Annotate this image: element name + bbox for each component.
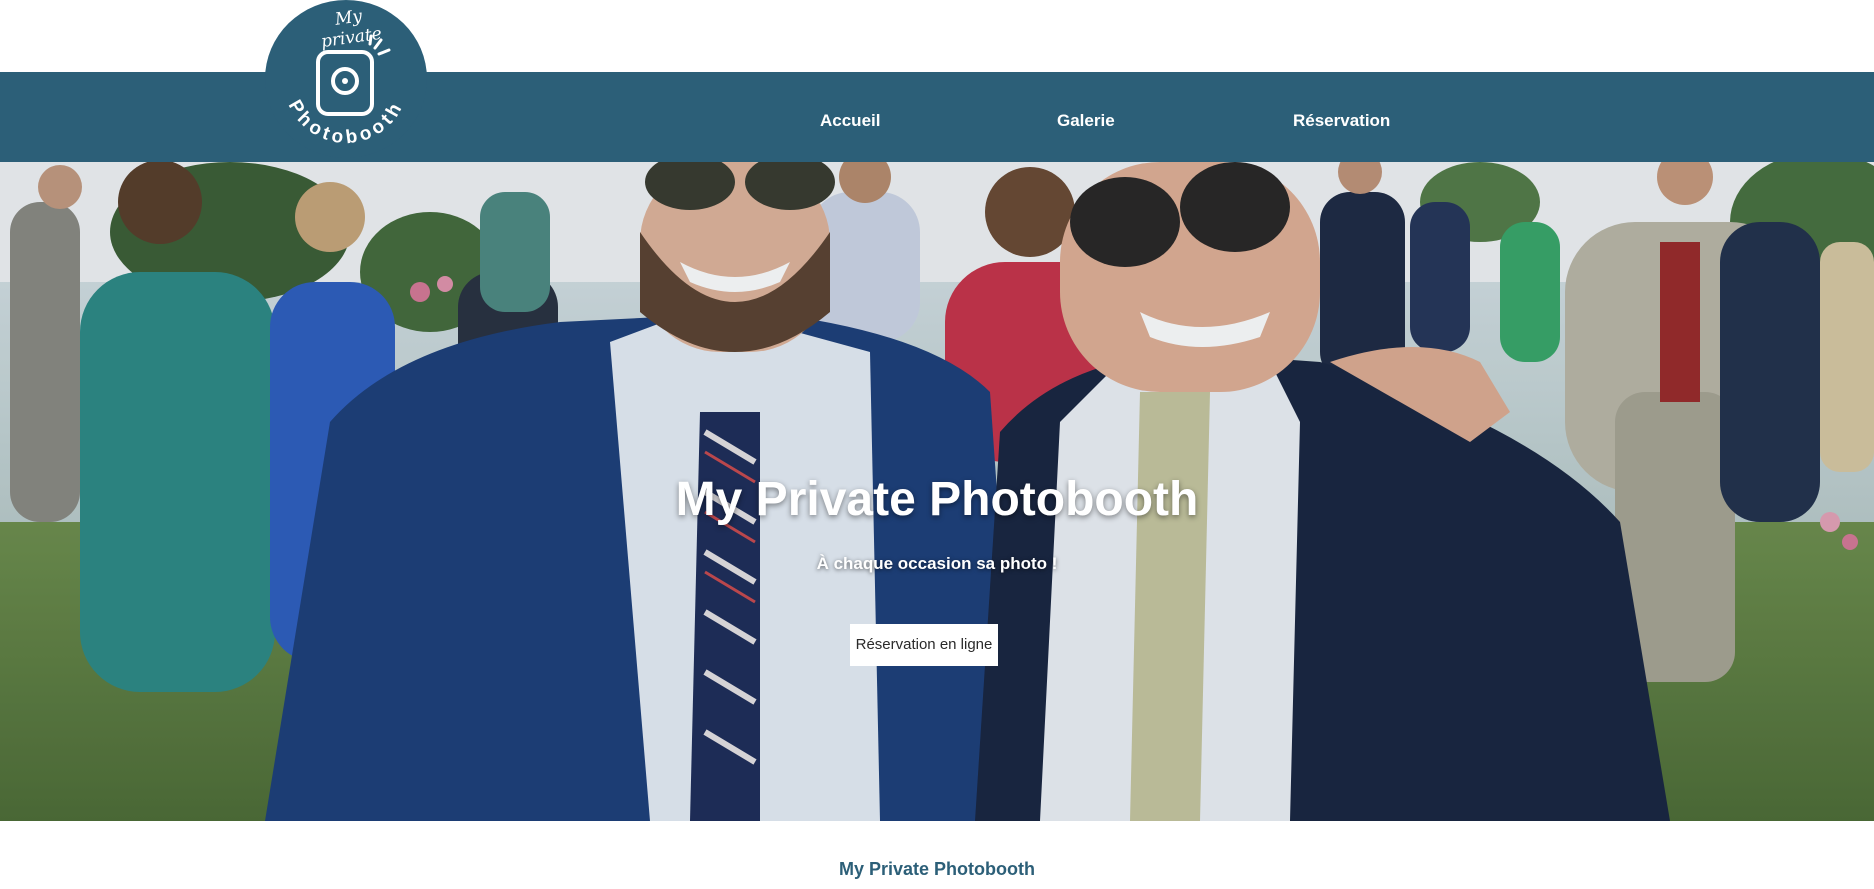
nav-reservation[interactable]: Réservation <box>1293 111 1390 131</box>
logo-arc-text: Photobooth <box>284 97 408 149</box>
hero-title: My Private Photobooth <box>675 473 1199 526</box>
online-reservation-button[interactable]: Réservation en ligne <box>850 624 998 666</box>
site-logo[interactable]: Photobooth My private <box>265 0 427 158</box>
nav-galerie[interactable]: Galerie <box>1057 111 1115 131</box>
logo-arc-textpath: Photobooth <box>284 97 404 149</box>
hero-subtitle: À chaque occasion sa photo ! <box>816 554 1058 573</box>
section-title: My Private Photobooth <box>838 859 1035 879</box>
nav-accueil[interactable]: Accueil <box>820 111 880 131</box>
